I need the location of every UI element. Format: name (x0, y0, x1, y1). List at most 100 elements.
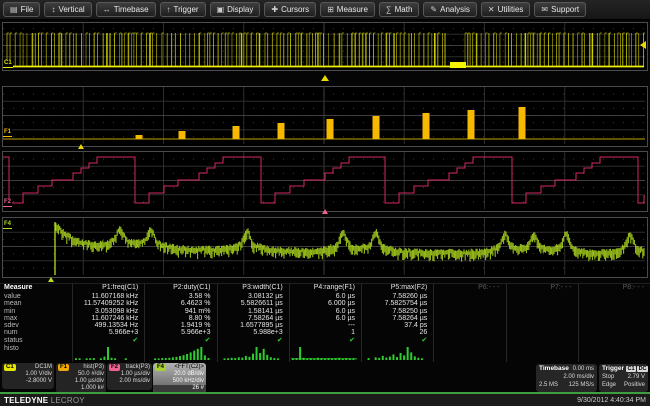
menu-display-label: Display (227, 3, 253, 16)
measure-value-p7 (506, 293, 578, 300)
c1-descriptor-line-1: 1.00 V/div (4, 371, 52, 378)
f2-descriptor-line-2: 2.00 ms/div (109, 378, 150, 385)
measure-header-4[interactable]: P4:range(F1) (289, 284, 361, 293)
brand-logo: TELEDYNE LECROY (4, 396, 85, 405)
brand-secondary: LECROY (51, 396, 85, 405)
menu-analysis-button[interactable]: ✎Analysis (423, 2, 477, 17)
measure-min-p7 (506, 308, 578, 315)
trigger-box[interactable]: Trigger C1 DC Stop 2.79 V Edge Positive (599, 364, 648, 392)
measure-row-label-value: value (0, 293, 72, 300)
trigger-coupling-chip: DC (637, 366, 648, 373)
measure-num-p5: 26 (361, 329, 433, 336)
menu-measure-label: Measure (337, 3, 368, 16)
measure-icon: ⊞ (327, 3, 334, 16)
menu-support-button[interactable]: ✉Support (534, 2, 586, 17)
f1-descriptor-box[interactable]: F1hist(P3)50.0 #/div1.00 µs/div1.000 k# (56, 363, 106, 393)
oscilloscope-screen: ▤File↕Vertical↔Timebase↑Trigger▣Display✚… (0, 0, 650, 406)
menu-math-label: Math (395, 3, 413, 16)
f1-offset-marker[interactable] (78, 144, 84, 149)
measure-mean-p7 (506, 300, 578, 307)
f4-descriptor-box[interactable]: F4<FFT(C2)>20.0 dB/div500 kHz/div26 # (153, 363, 206, 393)
measure-histo-p5 (361, 345, 433, 362)
f2-descriptor-box[interactable]: F2track(P3)1.00 µs/div2.00 ms/div (107, 363, 152, 390)
menu-trigger-button[interactable]: ↑Trigger (160, 2, 206, 17)
measure-mean-p1: 11.57409252 kHz (72, 300, 144, 307)
menu-utilities-button[interactable]: ✕Utilities (481, 2, 530, 17)
menu-cursors-button[interactable]: ✚Cursors (264, 2, 316, 17)
measure-sdev-p3: 1.6577895 µs (217, 322, 289, 329)
menu-timebase-button[interactable]: ↔Timebase (96, 2, 156, 17)
timebase-box[interactable]: Timebase 0.00 ms 2.00 ms/div 2.5 MS 125 … (536, 364, 597, 392)
menu-utilities-label: Utilities (498, 3, 524, 16)
measure-min-p2: 941 m% (144, 308, 216, 315)
f4-trace-label[interactable]: F4 (3, 221, 12, 229)
menu-file-label: File (21, 3, 34, 16)
measure-histo-p7 (506, 345, 578, 362)
measure-mean-p3: 5.5826611 µs (217, 300, 289, 307)
f2-descriptor-title: track(P3) (126, 364, 150, 371)
measure-table: MeasureP1:freq(C1)P2:duty(C1)P3:width(C1… (0, 283, 650, 362)
measure-row-label-num: num (0, 329, 72, 336)
menu-timebase-label: Timebase (114, 3, 149, 16)
measure-row-label-mean: mean (0, 300, 72, 307)
math-icon: ∑ (386, 3, 392, 16)
f2-trace-label[interactable]: F2 (3, 199, 12, 207)
display-icon: ▣ (217, 3, 225, 16)
measure-histo-p8 (578, 345, 650, 362)
cursors-icon: ✚ (271, 3, 278, 16)
trigger-position-marker[interactable] (321, 75, 329, 81)
measure-header-2[interactable]: P2:duty(C1) (144, 284, 216, 293)
measure-row-label-status: status (0, 337, 72, 345)
measure-max-p1: 11.607246 kHz (72, 315, 144, 322)
menu-math-button[interactable]: ∑Math (379, 2, 420, 17)
trigger-edge-icon: ↑ (167, 3, 171, 16)
menu-measure-button[interactable]: ⊞Measure (320, 2, 375, 17)
measure-value-p1: 11.607168 kHz (72, 293, 144, 300)
f1-descriptor-title: hist(P3) (83, 364, 104, 371)
menu-vertical-button[interactable]: ↕Vertical (44, 2, 91, 17)
timebase-rate: 125 MS/s (569, 381, 594, 389)
measure-histo-p4 (289, 345, 361, 362)
measure-num-p3: 5.988e+3 (217, 329, 289, 336)
measure-header-8[interactable]: P8:- - - (578, 284, 650, 293)
brand-primary: TELEDYNE (4, 396, 48, 405)
measure-header-5[interactable]: P5:max(F2) (361, 284, 433, 293)
f2-position-marker[interactable] (322, 209, 328, 214)
measure-header-6[interactable]: P6:- - - (433, 284, 505, 293)
measure-sdev-p1: 499.13534 Hz (72, 322, 144, 329)
analysis-icon: ✎ (430, 3, 437, 16)
trigger-slope: Positive (624, 381, 645, 389)
menu-file-button[interactable]: ▤File (3, 2, 40, 17)
measure-status-p1: ✔ (72, 337, 144, 345)
menu-vertical-label: Vertical (58, 3, 84, 16)
measure-status-p8 (578, 337, 650, 345)
measure-header-7[interactable]: P7:- - - (506, 284, 578, 293)
measure-num-p6 (433, 329, 505, 336)
trigger-level-marker[interactable] (640, 41, 646, 49)
f1-trace-label[interactable]: F1 (3, 129, 12, 137)
trigger-label: Trigger (602, 365, 624, 373)
measure-value-p3: 3.08132 µs (217, 293, 289, 300)
measure-min-p6 (433, 308, 505, 315)
measure-histo-p1 (72, 345, 144, 362)
measure-value-p4: 6.0 µs (289, 293, 361, 300)
measure-sdev-p4: --- (289, 322, 361, 329)
c1-trace-label[interactable]: C1 (3, 60, 13, 68)
measure-status-p7 (506, 337, 578, 345)
measure-header-1[interactable]: P1:freq(C1) (72, 284, 144, 293)
menu-bar: ▤File↕Vertical↔Timebase↑Trigger▣Display✚… (0, 0, 650, 20)
measure-min-p8 (578, 308, 650, 315)
menu-display-button[interactable]: ▣Display (210, 2, 261, 17)
measure-min-p1: 3.053098 kHz (72, 308, 144, 315)
c1-descriptor-title: DC1M (35, 364, 52, 371)
measure-num-p2: 5.966e+3 (144, 329, 216, 336)
measure-sdev-p8 (578, 322, 650, 329)
f4-position-marker[interactable] (48, 277, 54, 282)
utilities-icon: ✕ (488, 3, 495, 16)
trigger-type: Edge (602, 381, 616, 389)
measure-mean-p5: 7.5825754 µs (361, 300, 433, 307)
measure-header-3[interactable]: P3:width(C1) (217, 284, 289, 293)
measure-sdev-p5: 37.4 ps (361, 322, 433, 329)
f4-descriptor-footer: 26 # (153, 385, 206, 392)
c1-descriptor-box[interactable]: C1DC1M1.00 V/div-2.8000 V (2, 363, 54, 389)
